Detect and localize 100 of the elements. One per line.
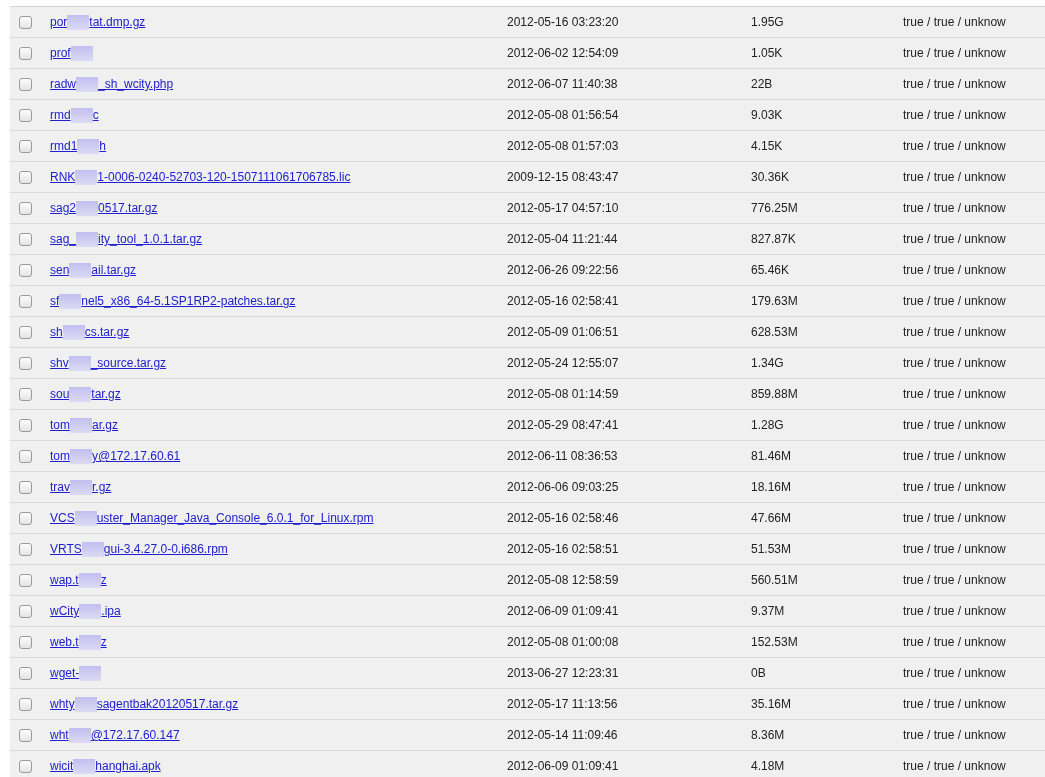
file-link[interactable]: h [99,139,107,153]
file-link[interactable]: wht [50,728,69,742]
file-link[interactable]: c [92,108,99,122]
row-checkbox[interactable] [19,449,32,463]
date-cell-text: 2012-05-17 04:57:10 [507,201,620,215]
size-cell-text: 4.15K [751,139,784,153]
file-link[interactable]: VRTS [50,542,82,556]
file-link[interactable]: hanghai.apk [95,759,161,773]
redaction-mark [75,169,98,185]
file-link[interactable]: z [100,573,107,587]
status-cell-text: true / true / unknow [903,635,1007,649]
date-cell-text: 2012-05-14 11:09:46 [507,728,619,742]
date-cell-text: 2012-05-08 01:57:03 [507,139,620,153]
row-checkbox[interactable] [19,294,32,308]
size-cell-text: 47.66M [751,511,793,525]
file-link[interactable]: ity_tool_1.0.1.tar.gz [98,232,203,246]
file-link[interactable]: ar.gz [92,418,119,432]
file-link[interactable]: rmd [50,108,71,122]
file-link[interactable]: uster_Manager_Java_Console_6.0.1_for_Linux.rpm [96,511,374,525]
redaction-mark [70,417,92,433]
file-link[interactable]: _sh_wcity.php [98,77,174,91]
file-link[interactable]: y@172.17.60.61 [92,449,181,463]
file-link[interactable]: prof [50,46,71,60]
status-cell-text: true / true / unknow [903,666,1007,680]
file-link[interactable]: tom [50,418,70,432]
file-link[interactable]: z [100,635,107,649]
file-link[interactable]: web.t [50,635,79,649]
file-link[interactable]: sag2 [50,201,77,215]
row-checkbox[interactable] [19,728,32,742]
file-link[interactable]: VCS [50,511,75,525]
status-cell-text: true / true / unknow [903,263,1007,277]
file-link[interactable]: trav [50,480,70,494]
row-checkbox[interactable] [19,480,32,494]
row-checkbox[interactable] [19,666,32,680]
file-link[interactable]: sh [50,325,63,339]
file-link[interactable]: por [50,15,68,29]
file-link[interactable]: whty [50,697,75,711]
row-checkbox[interactable] [19,15,32,29]
date-cell-text: 2012-05-08 01:56:54 [507,108,620,122]
date-cell-text: 2012-05-16 02:58:41 [507,294,620,308]
redaction-mark [70,479,92,495]
file-link[interactable]: radw [50,77,76,91]
size-cell-text: 35.16M [751,697,793,711]
size-cell-text: 4.18M [751,759,786,773]
row-checkbox[interactable] [19,108,32,122]
file-link[interactable]: gui-3.4.27.0-0.i686.rpm [103,542,228,556]
file-link[interactable]: sag_ [50,232,77,246]
status-cell-text: true / true / unknow [903,232,1007,246]
row-checkbox[interactable] [19,542,32,556]
row-checkbox[interactable] [19,697,32,711]
row-checkbox[interactable] [19,77,32,91]
row-checkbox[interactable] [19,511,32,525]
file-link[interactable]: cs.tar.gz [84,325,130,339]
row-checkbox[interactable] [19,139,32,153]
row-checkbox[interactable] [19,387,32,401]
redaction-mark [70,107,93,123]
row-checkbox[interactable] [19,573,32,587]
size-cell-text: 65.46K [751,263,791,277]
file-link[interactable]: @172.17.60.147 [90,728,180,742]
row-checkbox[interactable] [19,170,32,184]
file-link[interactable]: tat.dmp.gz [89,15,146,29]
status-cell-text: true / true / unknow [903,387,1007,401]
file-link[interactable]: shv [50,356,69,370]
file-link[interactable]: .ipa [101,604,121,618]
redaction-mark [68,727,91,743]
row-checkbox[interactable] [19,418,32,432]
file-link[interactable]: ail.tar.gz [91,263,137,277]
row-checkbox[interactable] [19,232,32,246]
file-link[interactable]: wap.t [50,573,79,587]
file-link[interactable]: wget- [50,666,80,680]
size-cell-text: 560.51M [751,573,799,587]
file-link[interactable]: wicit [50,759,74,773]
status-cell-text: true / true / unknow [903,604,1007,618]
row-checkbox[interactable] [19,201,32,215]
file-link[interactable]: 1-0006-0240-52703-120-1507111061706785.lic [97,170,351,184]
file-link[interactable]: sf [50,294,60,308]
file-link[interactable]: tar.gz [91,387,121,401]
row-checkbox[interactable] [19,356,32,370]
row-checkbox[interactable] [19,635,32,649]
file-link[interactable]: 0517.tar.gz [98,201,158,215]
file-link[interactable]: sen [50,263,70,277]
file-link[interactable]: rmd1 [50,139,78,153]
row-checkbox[interactable] [19,759,32,773]
redaction-mark [69,386,92,402]
status-cell-text: true / true / unknow [903,728,1007,742]
date-cell-text: 2012-06-11 08:36:53 [507,449,619,463]
row-checkbox[interactable] [19,46,32,60]
row-checkbox[interactable] [19,604,32,618]
file-link[interactable]: sou [50,387,70,401]
date-cell-text: 2012-05-16 03:23:20 [507,15,620,29]
file-link[interactable]: nel5_x86_64-5.1SP1RP2-patches.tar.gz [81,294,296,308]
file-link[interactable]: sagentbak20120517.tar.gz [96,697,239,711]
file-link[interactable]: r.gz [92,480,112,494]
file-link[interactable]: wCity [50,604,80,618]
file-link[interactable]: _source.tar.gz [90,356,167,370]
row-checkbox[interactable] [19,263,32,277]
size-cell-text: 776.25M [751,201,799,215]
file-link[interactable]: tom [50,449,70,463]
row-checkbox[interactable] [19,325,32,339]
file-link[interactable]: RNK [50,170,76,184]
